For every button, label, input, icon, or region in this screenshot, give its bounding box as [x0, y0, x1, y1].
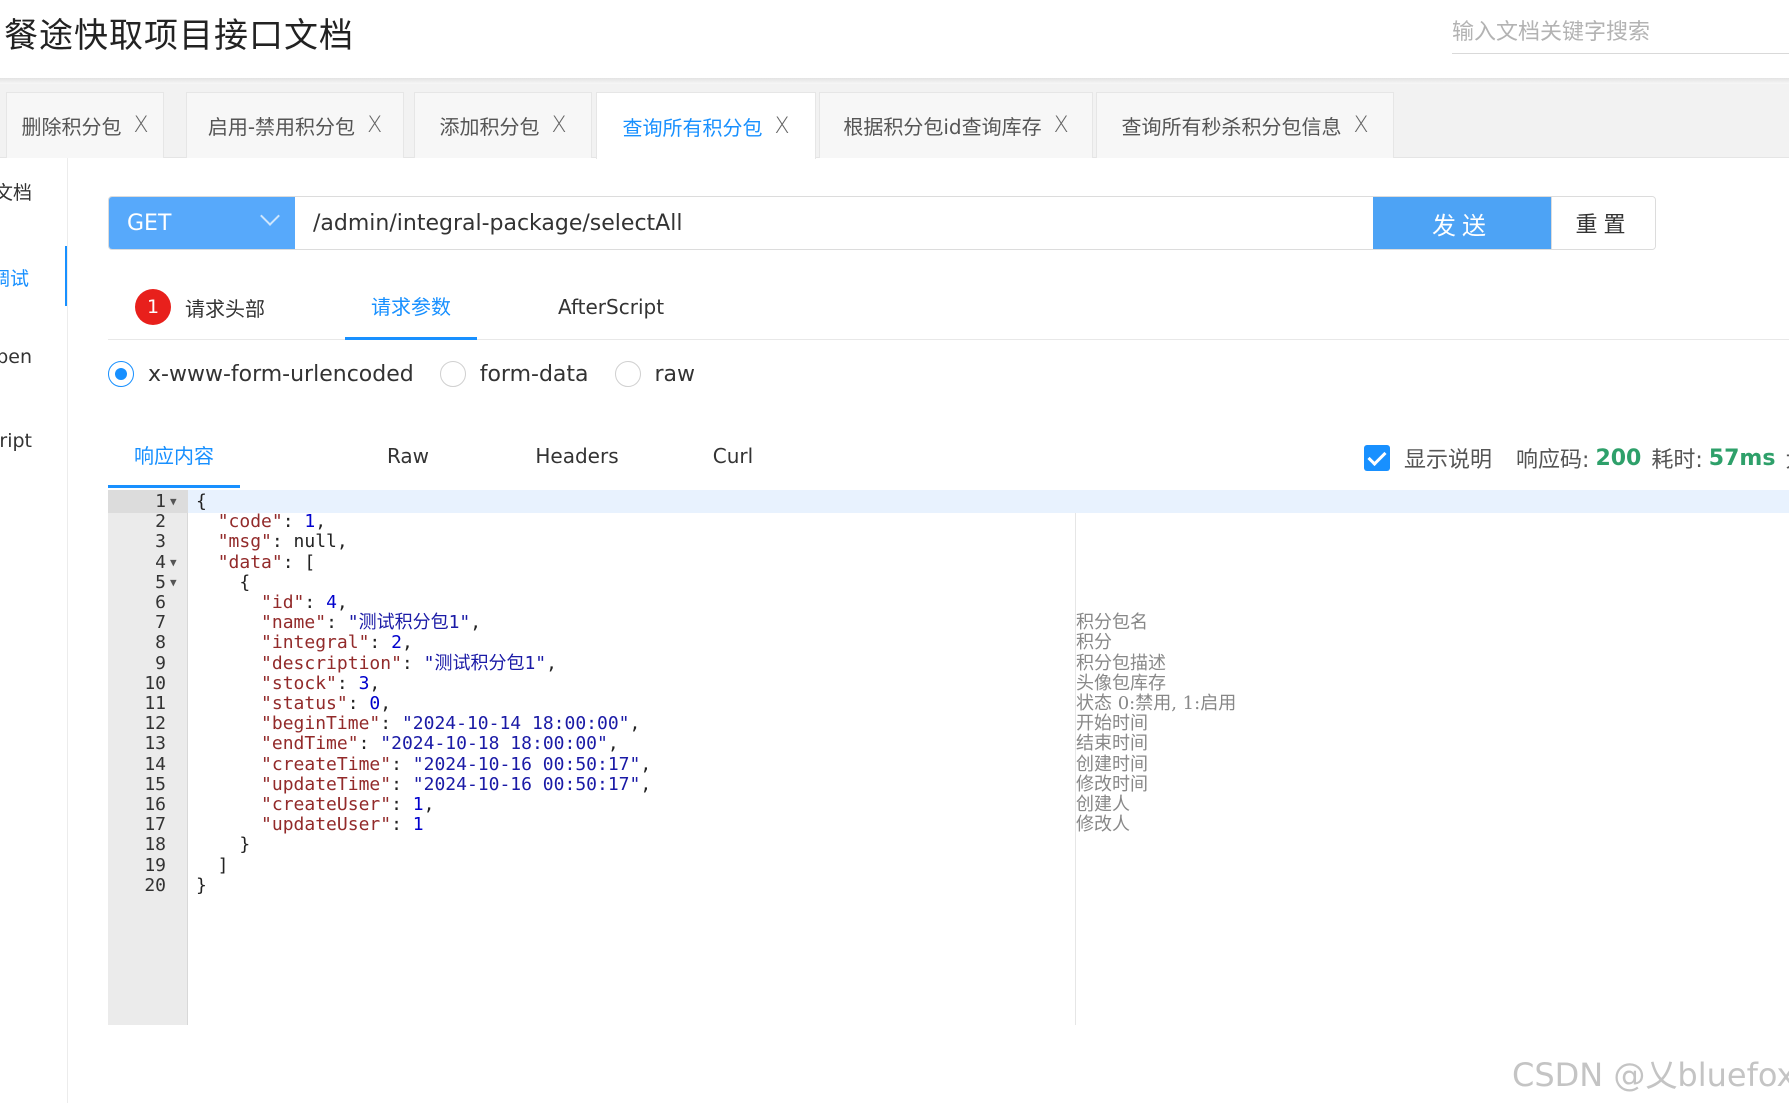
request-url-bar: GET 发送 重置 — [108, 196, 1656, 250]
radio-raw[interactable]: raw — [614, 361, 695, 387]
response-size-label: 大 — [1785, 442, 1789, 474]
close-icon[interactable]: X — [367, 113, 382, 138]
tab-label: 添加积分包 — [439, 115, 540, 139]
body-type-radio-group: x-www-form-urlencoded form-data raw — [108, 356, 721, 392]
side-item-debug[interactable]: 调试 — [0, 246, 67, 306]
side-item-script[interactable]: Script — [0, 412, 67, 472]
response-code-label: 响应码: — [1516, 448, 1590, 473]
response-time-label: 耗时: — [1651, 448, 1703, 473]
header-count-badge: 1 — [135, 289, 171, 325]
tab-query-stock[interactable]: 根据积分包id查询库存 X — [819, 92, 1093, 158]
side-item-open[interactable]: Open — [0, 328, 67, 388]
response-code-editor[interactable]: 1 ▼{2 "code": 1, 3 "msg": null, 4 ▼ "data": … — [108, 490, 1789, 1025]
tab-seckill-packages[interactable]: 查询所有秒杀积分包信息 X — [1096, 92, 1394, 158]
code-text: } — [196, 874, 207, 896]
side-nav: 文档 调试 Open Script — [0, 158, 68, 1103]
send-button[interactable]: 发送 — [1373, 197, 1551, 249]
tab-label: 查询所有积分包 — [622, 115, 763, 140]
request-url-input[interactable] — [295, 197, 1373, 249]
tab-response-headers[interactable]: Headers — [532, 424, 622, 488]
doc-search-input[interactable] — [1452, 12, 1789, 53]
close-icon[interactable]: X — [1353, 113, 1368, 138]
app-header: 餐途快取项目接口文档 — [0, 0, 1789, 78]
tab-response-content[interactable]: 响应内容 — [108, 424, 240, 488]
tab-label: 请求参数 — [371, 295, 451, 319]
show-description-checkbox[interactable] — [1364, 445, 1390, 471]
tab-label: 请求头部 — [185, 296, 265, 321]
radio-unchecked-icon — [614, 361, 641, 387]
response-time-value: 57ms — [1708, 445, 1776, 471]
tab-label: 根据积分包id查询库存 — [843, 115, 1042, 139]
close-icon[interactable]: X — [774, 114, 789, 139]
http-method-select[interactable]: GET — [109, 197, 295, 249]
chevron-down-icon — [260, 206, 280, 226]
tab-label: 查询所有秒杀积分包信息 — [1121, 115, 1342, 139]
tab-label: 启用-禁用积分包 — [207, 115, 356, 139]
csdn-watermark: CSDN @乂bluefox — [1512, 1056, 1789, 1094]
show-description-label: 显示说明 — [1404, 448, 1493, 473]
tab-delete-package[interactable]: 删除积分包 X — [6, 92, 164, 158]
radio-urlencoded[interactable]: x-www-form-urlencoded — [108, 361, 414, 387]
response-code-value: 200 — [1595, 445, 1642, 471]
tab-request-params[interactable]: 请求参数 — [345, 274, 477, 340]
line-number: 20 — [144, 874, 166, 896]
tab-request-headers[interactable]: 1 请求头部 — [135, 274, 265, 340]
tab-toggle-package[interactable]: 启用-禁用积分包 X — [186, 92, 404, 158]
http-method-value: GET — [127, 210, 172, 236]
code-line: 20} — [108, 874, 1789, 897]
close-icon[interactable]: X — [1054, 113, 1069, 138]
doc-search-box[interactable] — [1452, 12, 1789, 54]
close-icon[interactable]: X — [133, 113, 148, 138]
response-meta: 显示说明 响应码: 200 耗时: 57ms 大 — [1364, 440, 1789, 476]
radio-unchecked-icon — [439, 361, 466, 387]
tab-select-all-packages[interactable]: 查询所有积分包 X — [596, 92, 816, 159]
radio-checked-icon — [108, 361, 134, 387]
side-item-docs[interactable]: 文档 — [0, 160, 67, 220]
doc-tab-bar: 删除积分包 X 启用-禁用积分包 X 添加积分包 X 查询所有积分包 X 根据积… — [0, 84, 1789, 159]
tab-response-raw[interactable]: Raw — [378, 424, 438, 488]
tab-label: AfterScript — [558, 295, 665, 319]
reset-button[interactable]: 重置 — [1551, 197, 1655, 249]
tab-afterscript[interactable]: AfterScript — [558, 274, 664, 340]
radio-form-data[interactable]: form-data — [439, 361, 589, 387]
close-icon[interactable]: X — [551, 113, 566, 138]
tab-response-curl[interactable]: Curl — [703, 424, 763, 488]
app-title: 餐途快取项目接口文档 — [4, 16, 354, 56]
tab-label: 删除积分包 — [21, 115, 122, 139]
request-tabs: 1 请求头部 请求参数 AfterScript — [108, 274, 1789, 340]
tab-add-package[interactable]: 添加积分包 X — [414, 92, 592, 158]
